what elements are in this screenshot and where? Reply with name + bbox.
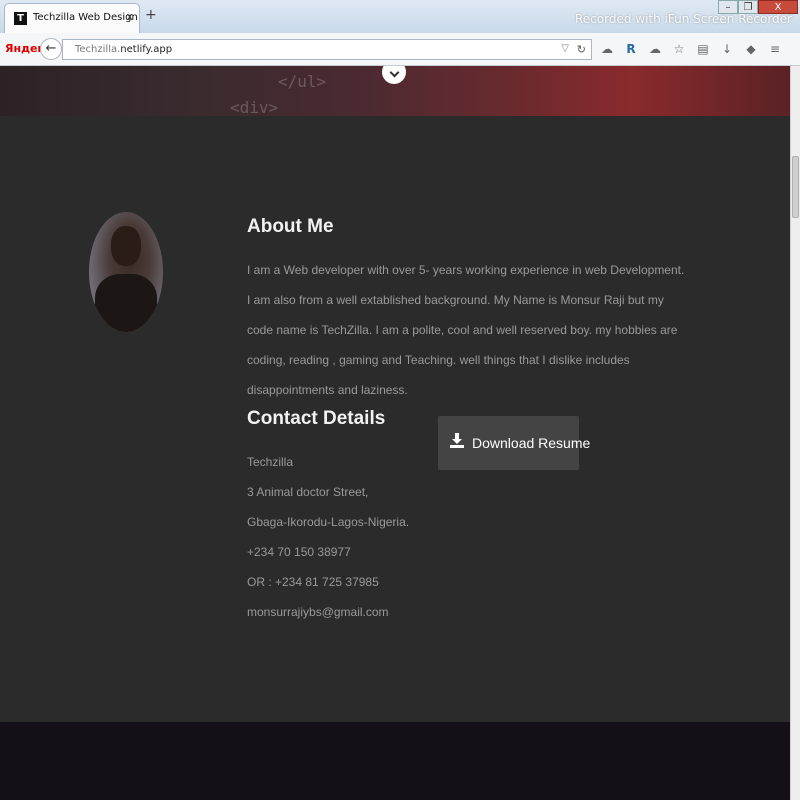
toolbar-icons: ☁ R ☁ ☆ ▤ ↓ ◆ ≡ [600, 42, 782, 56]
back-button[interactable]: ← [40, 38, 62, 60]
weather-icon[interactable]: ☁ [648, 42, 662, 56]
url-domain: netlify.app [120, 44, 173, 55]
url-text: Techzilla.netlify.app [75, 44, 172, 55]
menu-icon[interactable]: ≡ [768, 42, 782, 56]
browser-titlebar: T Techzilla Web Design x + Recorded with… [0, 0, 800, 33]
reader-icon[interactable]: R [624, 42, 638, 56]
browser-tab[interactable]: T Techzilla Web Design x [4, 3, 140, 33]
hero-code-text: </ul> [278, 72, 327, 91]
contact-city: Gbaga-Ikorodu-Lagos-Nigeria. [247, 515, 410, 529]
url-dropdown-icon[interactable]: ▽ [561, 43, 569, 54]
minimize-button[interactable]: – [718, 0, 738, 14]
profile-avatar [89, 212, 163, 332]
hero-code-text-2: <div> [230, 98, 279, 116]
contact-heading: Contact Details [247, 408, 386, 429]
avatar-body [95, 274, 157, 332]
contact-list: Techzilla 3 Animal doctor Street, Gbaga-… [247, 447, 409, 627]
url-host: Techzilla. [75, 44, 121, 55]
address-bar[interactable]: Techzilla.netlify.app ▽ ↻ [62, 39, 592, 60]
about-section [0, 116, 790, 722]
avatar-head [111, 226, 141, 266]
reload-icon[interactable]: ↻ [577, 43, 586, 56]
contact-street: 3 Animal doctor Street, [247, 485, 369, 499]
hero-banner: </ul> <div> [0, 66, 790, 116]
close-window-button[interactable]: X [758, 0, 798, 14]
tab-close-icon[interactable]: x [126, 10, 133, 23]
download-icon[interactable]: ↓ [720, 42, 734, 56]
cloud-icon[interactable]: ☁ [600, 42, 614, 56]
tab-title: Techzilla Web Design [33, 12, 138, 23]
window-controls: – ❐ X [718, 0, 798, 14]
restore-button[interactable]: ❐ [738, 0, 758, 14]
about-heading: About Me [247, 216, 334, 237]
page-scrollbar[interactable] [790, 66, 800, 800]
recorder-watermark: Recorded with iFun Screen Recorder [574, 12, 792, 26]
site-favicon-icon: T [14, 12, 27, 25]
pocket-icon[interactable]: ◆ [744, 42, 758, 56]
browser-navbar: Яндекс ← Techzilla.netlify.app ▽ ↻ ☁ R ☁… [0, 33, 800, 66]
download-resume-button[interactable]: Download Resume [438, 416, 590, 470]
download-resume-label: Download Resume [472, 435, 591, 451]
contact-name: Techzilla [247, 455, 294, 469]
footer-section [0, 722, 790, 800]
contact-email[interactable]: monsurrajiybs@gmail.com [247, 597, 409, 627]
about-paragraph: I am a Web developer with over 5- years … [247, 263, 685, 397]
scroll-down-button[interactable] [382, 66, 406, 84]
back-arrow-icon: ← [45, 41, 57, 56]
new-tab-button[interactable]: + [145, 7, 157, 23]
bookmark-star-icon[interactable]: ☆ [672, 42, 686, 56]
scrollbar-thumb[interactable] [792, 156, 799, 218]
contact-phone-1: +234 70 150 38977 [247, 545, 351, 559]
contact-phone-2: OR : +234 81 725 37985 [247, 575, 379, 589]
clipboard-icon[interactable]: ▤ [696, 42, 710, 56]
download-icon [450, 433, 464, 448]
